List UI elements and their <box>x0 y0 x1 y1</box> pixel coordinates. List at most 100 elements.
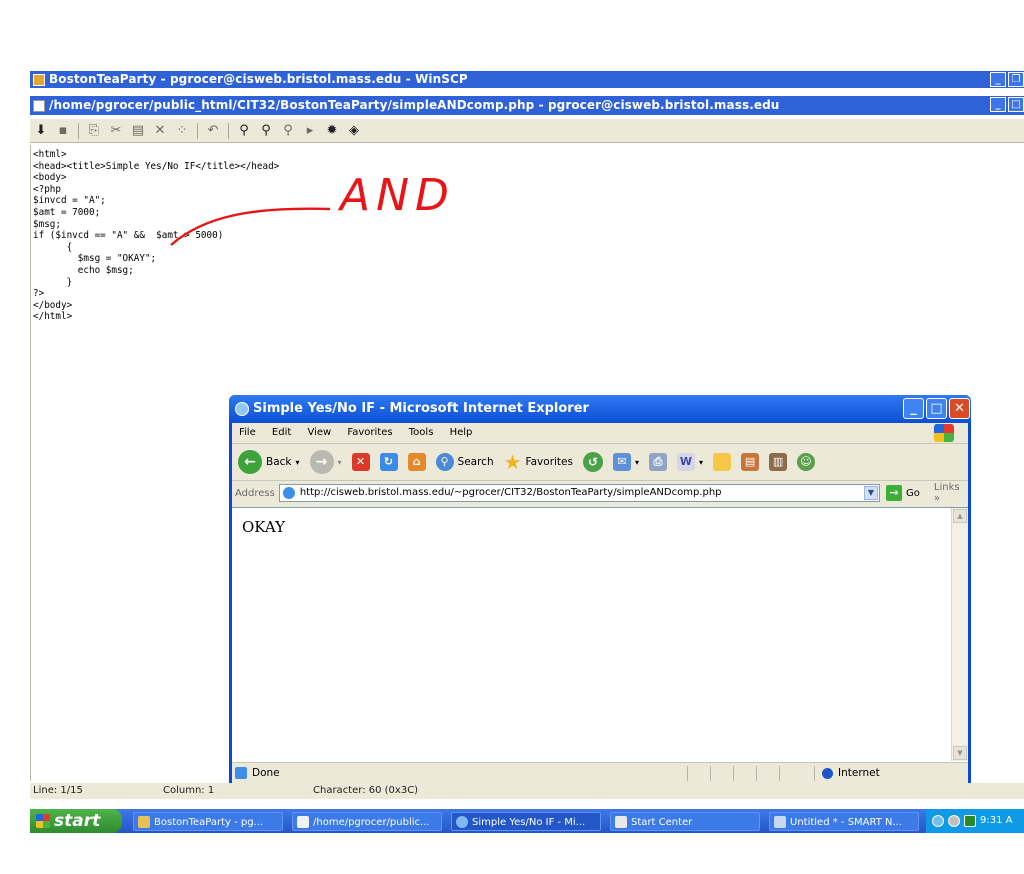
back-button[interactable]: ← Back ▾ <box>238 450 300 474</box>
stop-button[interactable]: ✕ <box>351 453 370 471</box>
status-line: Line: 1/15 <box>33 785 83 796</box>
undo-icon[interactable]: ↶ <box>206 123 220 138</box>
go-button[interactable]: → Go <box>886 485 920 501</box>
code-line[interactable]: <body> <box>33 172 67 183</box>
status-column: Column: 1 <box>163 785 215 796</box>
code-line[interactable]: } <box>33 277 73 288</box>
globe-icon <box>822 768 833 779</box>
taskbar-item-start-center[interactable]: Start Center <box>610 812 760 831</box>
tray-network-icon[interactable] <box>948 815 960 827</box>
scroll-up-icon[interactable]: ▲ <box>953 509 967 523</box>
code-line[interactable]: $amt = 7000; <box>33 207 100 218</box>
status-zone: Internet <box>838 767 880 779</box>
code-line[interactable]: <html> <box>33 149 67 160</box>
code-line[interactable]: <?php <box>33 184 61 195</box>
delete-icon[interactable]: ✕ <box>153 123 167 138</box>
go-label: Go <box>906 487 920 499</box>
taskbar-item-editor[interactable]: /home/pgrocer/public... <box>292 812 442 831</box>
minimize-button[interactable]: _ <box>990 72 1006 87</box>
forward-button[interactable]: → ▾ <box>309 450 342 474</box>
code-line[interactable]: echo $msg; <box>33 265 134 276</box>
help-icon[interactable]: ◈ <box>347 123 361 138</box>
editor-minimize-button[interactable]: _ <box>990 97 1006 112</box>
status-character: Character: 60 (0x3C) <box>313 785 419 796</box>
find-icon[interactable]: ⚲ <box>237 123 251 138</box>
taskbar-item-ie[interactable]: Simple Yes/No IF - Mi... <box>451 812 601 831</box>
paste-icon[interactable]: ▤ <box>131 123 145 138</box>
mail-button[interactable]: ✉ ▾ <box>612 453 639 471</box>
address-input[interactable]: http://cisweb.bristol.mass.edu/~pgrocer/… <box>278 484 880 502</box>
code-line[interactable]: $invcd = "A"; <box>33 195 106 206</box>
menu-file[interactable]: File <box>239 427 256 438</box>
menu-favorites[interactable]: Favorites <box>347 427 392 438</box>
code-line[interactable]: $msg; <box>33 219 61 230</box>
address-bar: Address http://cisweb.bristol.mass.edu/~… <box>232 481 968 505</box>
tray-vc-icon[interactable] <box>964 815 976 827</box>
vertical-scrollbar[interactable]: ▲ ▼ <box>951 508 968 761</box>
menu-help[interactable]: Help <box>450 427 473 438</box>
print-button[interactable]: ⎙ <box>649 453 667 471</box>
taskbar-item-label: Simple Yes/No IF - Mi... <box>472 817 586 828</box>
ie-maximize-button[interactable]: □ <box>926 398 947 419</box>
tray-arrow-icon[interactable] <box>932 815 944 827</box>
mail-icon: ✉ <box>612 453 631 471</box>
address-dropdown-icon[interactable]: ▼ <box>864 486 878 500</box>
taskbar-item-label: /home/pgrocer/public... <box>313 817 430 828</box>
folder-icon <box>713 453 732 471</box>
taskbar: start BostonTeaParty - pg... /home/pgroc… <box>30 809 1024 833</box>
refresh-button[interactable]: ↻ <box>379 453 398 471</box>
code-line[interactable]: ?> <box>33 288 44 299</box>
history-button[interactable]: ↺ <box>582 452 603 472</box>
taskbar-item-smart[interactable]: Untitled * - SMART N... <box>769 812 919 831</box>
goto-line-icon[interactable]: ▸ <box>303 123 317 138</box>
go-arrow-icon: → <box>886 485 902 501</box>
code-line[interactable]: </body> <box>33 300 72 311</box>
menu-view[interactable]: View <box>307 427 331 438</box>
ie-close-button[interactable]: ✕ <box>949 398 970 419</box>
discuss-button[interactable] <box>713 453 732 471</box>
winscp-task-icon <box>138 816 150 828</box>
toolbar-divider <box>197 122 198 139</box>
select-all-icon[interactable]: ⁘ <box>175 123 189 138</box>
start-center-icon <box>615 816 627 828</box>
ie-title: Simple Yes/No IF - Microsoft Internet Ex… <box>253 401 589 416</box>
messenger-button[interactable]: ▥ <box>769 453 788 471</box>
edit-button[interactable]: W ▾ <box>677 453 703 471</box>
restore-button[interactable]: ❐ <box>1008 72 1024 87</box>
links-button[interactable]: Links » <box>934 482 968 504</box>
find-next-icon[interactable]: ⚲ <box>281 123 295 138</box>
ie-titlebar: Simple Yes/No IF - Microsoft Internet Ex… <box>229 395 971 423</box>
print-icon: ⎙ <box>649 453 667 471</box>
gear-icon[interactable]: ✹ <box>325 123 339 138</box>
favorites-button[interactable]: ★ Favorites <box>504 450 573 474</box>
ie-minimize-button[interactable]: _ <box>903 398 924 419</box>
windows-logo-icon <box>934 424 954 442</box>
menu-tools[interactable]: Tools <box>409 427 434 438</box>
start-button[interactable]: start <box>30 809 122 833</box>
replace-icon[interactable]: ⚲ <box>259 123 273 138</box>
forward-arrow-icon: → <box>309 450 334 474</box>
code-line[interactable]: $msg = "OKAY"; <box>33 253 156 264</box>
contacts-button[interactable]: ☺ <box>797 453 816 471</box>
cut-icon[interactable]: ✂ <box>109 123 123 138</box>
home-button[interactable]: ⌂ <box>407 453 426 471</box>
taskbar-item-winscp[interactable]: BostonTeaParty - pg... <box>133 812 283 831</box>
code-line[interactable]: { <box>33 242 73 253</box>
editor-task-icon <box>297 816 309 828</box>
back-arrow-icon: ← <box>238 450 262 474</box>
code-line[interactable]: <head><title>Simple Yes/No IF</title></h… <box>33 161 279 172</box>
scroll-down-icon[interactable]: ▼ <box>953 746 967 760</box>
status-done: Done <box>252 767 280 779</box>
editor-statusbar: Line: 1/15 Column: 1 Character: 60 (0x3C… <box>30 783 1024 799</box>
search-button[interactable]: ⚲ Search <box>435 453 494 471</box>
editor-maximize-button[interactable]: □ <box>1008 97 1024 112</box>
research-button[interactable]: ▤ <box>741 453 760 471</box>
code-line[interactable]: </html> <box>33 311 72 322</box>
save-icon[interactable]: ⬇ <box>34 123 48 138</box>
menu-edit[interactable]: Edit <box>272 427 291 438</box>
copy-icon[interactable]: ⎘ <box>87 123 101 138</box>
winscp-title: BostonTeaParty - pgrocer@cisweb.bristol.… <box>49 72 468 86</box>
annotation-text: AND <box>340 170 455 221</box>
disk-icon[interactable]: ▪ <box>56 123 70 138</box>
favorites-label: Favorites <box>525 456 573 468</box>
